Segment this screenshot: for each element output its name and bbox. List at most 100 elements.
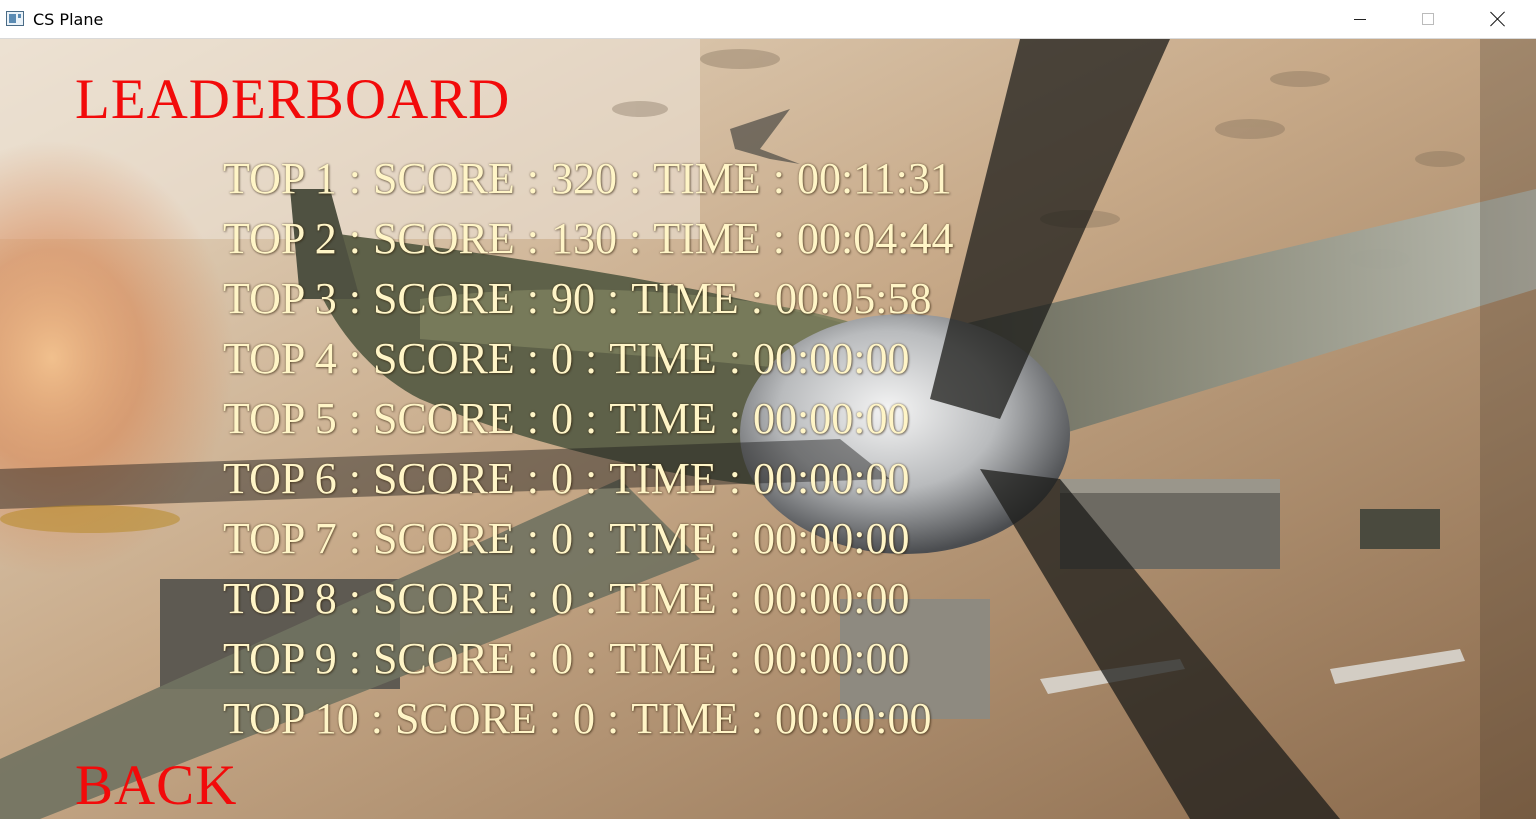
score-value: 0 bbox=[551, 454, 573, 503]
time-label: TIME bbox=[609, 394, 717, 443]
separator: : bbox=[348, 634, 361, 683]
separator: : bbox=[750, 274, 763, 323]
leaderboard-row: TOP 6: SCORE:0: TIME:00:00:00 bbox=[223, 455, 953, 515]
time-value: 00:05:58 bbox=[775, 274, 932, 323]
time-label: TIME bbox=[609, 334, 717, 383]
rank-label: TOP 3 bbox=[223, 274, 337, 323]
time-label: TIME bbox=[653, 154, 761, 203]
score-label: SCORE bbox=[372, 274, 515, 323]
leaderboard-row: TOP 3: SCORE:90: TIME:00:05:58 bbox=[223, 275, 953, 335]
separator: : bbox=[348, 334, 361, 383]
rank-label: TOP 1 bbox=[223, 154, 337, 203]
maximize-button[interactable] bbox=[1393, 0, 1463, 38]
score-value: 320 bbox=[551, 154, 617, 203]
score-value: 0 bbox=[551, 574, 573, 623]
rank-label: TOP 5 bbox=[223, 394, 337, 443]
rank-label: TOP 10 bbox=[223, 694, 359, 743]
time-label: TIME bbox=[609, 514, 717, 563]
time-value: 00:04:44 bbox=[797, 214, 954, 263]
rank-label: TOP 4 bbox=[223, 334, 337, 383]
time-value: 00:00:00 bbox=[753, 634, 910, 683]
rank-label: TOP 2 bbox=[223, 214, 337, 263]
time-label: TIME bbox=[609, 454, 717, 503]
separator: : bbox=[348, 274, 361, 323]
separator: : bbox=[585, 514, 598, 563]
score-label: SCORE bbox=[372, 634, 515, 683]
back-button[interactable]: BACK bbox=[75, 757, 237, 814]
score-value: 0 bbox=[573, 694, 595, 743]
rank-label: TOP 6 bbox=[223, 454, 337, 503]
time-value: 00:00:00 bbox=[753, 574, 910, 623]
leaderboard-title: LEADERBOARD bbox=[75, 68, 511, 131]
separator: : bbox=[348, 514, 361, 563]
score-label: SCORE bbox=[372, 454, 515, 503]
separator: : bbox=[348, 154, 361, 203]
separator: : bbox=[526, 454, 539, 503]
score-label: SCORE bbox=[372, 214, 515, 263]
separator: : bbox=[526, 334, 539, 383]
leaderboard-row: TOP 10: SCORE:0: TIME:00:00:00 bbox=[223, 695, 953, 755]
separator: : bbox=[348, 214, 361, 263]
leaderboard-row: TOP 1: SCORE:320: TIME:00:11:31 bbox=[223, 155, 953, 215]
separator: : bbox=[772, 214, 785, 263]
score-label: SCORE bbox=[394, 694, 537, 743]
score-value: 0 bbox=[551, 634, 573, 683]
rank-label: TOP 8 bbox=[223, 574, 337, 623]
separator: : bbox=[348, 574, 361, 623]
separator: : bbox=[728, 454, 741, 503]
time-value: 00:00:00 bbox=[753, 394, 910, 443]
rank-label: TOP 9 bbox=[223, 634, 337, 683]
separator: : bbox=[585, 574, 598, 623]
time-value: 00:00:00 bbox=[753, 334, 910, 383]
score-value: 0 bbox=[551, 514, 573, 563]
score-value: 130 bbox=[551, 214, 617, 263]
separator: : bbox=[728, 514, 741, 563]
score-value: 0 bbox=[551, 394, 573, 443]
separator: : bbox=[629, 214, 642, 263]
maximize-icon bbox=[1422, 13, 1434, 25]
close-icon bbox=[1490, 11, 1506, 27]
separator: : bbox=[370, 694, 383, 743]
separator: : bbox=[585, 454, 598, 503]
score-label: SCORE bbox=[372, 574, 515, 623]
separator: : bbox=[772, 154, 785, 203]
separator: : bbox=[728, 634, 741, 683]
minimize-button[interactable] bbox=[1325, 0, 1395, 38]
game-viewport: LEADERBOARD TOP 1: SCORE:320: TIME:00:11:3… bbox=[0, 39, 1536, 819]
separator: : bbox=[750, 694, 763, 743]
separator: : bbox=[526, 274, 539, 323]
separator: : bbox=[526, 214, 539, 263]
close-button[interactable] bbox=[1463, 0, 1533, 38]
score-label: SCORE bbox=[372, 394, 515, 443]
separator: : bbox=[348, 394, 361, 443]
separator: : bbox=[607, 274, 620, 323]
leaderboard-row: TOP 2: SCORE:130: TIME:00:04:44 bbox=[223, 215, 953, 275]
separator: : bbox=[526, 574, 539, 623]
separator: : bbox=[607, 694, 620, 743]
time-label: TIME bbox=[609, 574, 717, 623]
time-value: 00:00:00 bbox=[753, 454, 910, 503]
separator: : bbox=[728, 394, 741, 443]
score-value: 0 bbox=[551, 334, 573, 383]
score-value: 90 bbox=[551, 274, 595, 323]
score-label: SCORE bbox=[372, 154, 515, 203]
separator: : bbox=[526, 394, 539, 443]
separator: : bbox=[728, 574, 741, 623]
separator: : bbox=[728, 334, 741, 383]
time-label: TIME bbox=[631, 274, 739, 323]
leaderboard-row: TOP 4: SCORE:0: TIME:00:00:00 bbox=[223, 335, 953, 395]
score-label: SCORE bbox=[372, 514, 515, 563]
time-value: 00:11:31 bbox=[797, 154, 952, 203]
separator: : bbox=[585, 634, 598, 683]
separator: : bbox=[348, 454, 361, 503]
time-value: 00:00:00 bbox=[753, 514, 910, 563]
separator: : bbox=[585, 334, 598, 383]
leaderboard-row: TOP 9: SCORE:0: TIME:00:00:00 bbox=[223, 635, 953, 695]
window-title-bar: CS Plane bbox=[0, 0, 1536, 39]
leaderboard-list: TOP 1: SCORE:320: TIME:00:11:31 TOP 2: SCORE… bbox=[223, 155, 953, 755]
separator: : bbox=[548, 694, 561, 743]
separator: : bbox=[629, 154, 642, 203]
separator: : bbox=[526, 514, 539, 563]
separator: : bbox=[526, 154, 539, 203]
separator: : bbox=[585, 394, 598, 443]
